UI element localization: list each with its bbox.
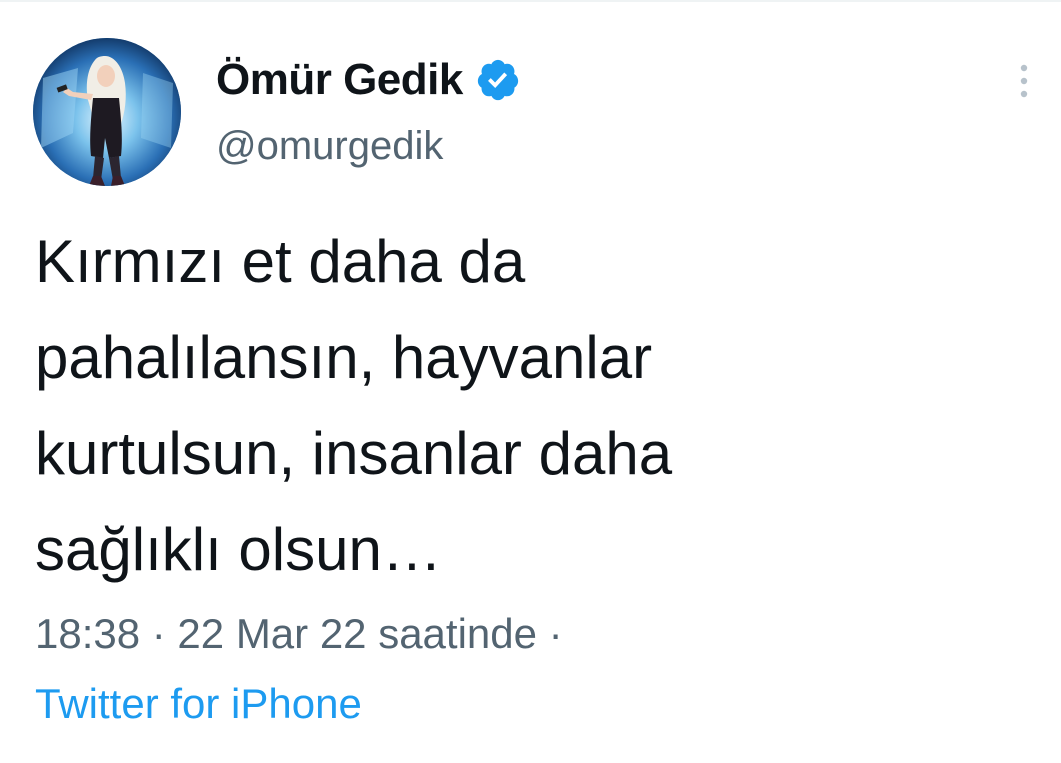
profile-photo-icon [33,38,181,186]
tweet-source-link[interactable]: Twitter for iPhone [35,680,362,728]
author-name-row[interactable]: Ömür Gedik [216,50,521,110]
avatar[interactable] [33,38,181,186]
tweet-timestamp[interactable]: 18:38 · 22 Mar 22 saatinde · [35,610,563,658]
tweet-text-line: sağlıklı olsun… [35,516,442,583]
tweet-text-line: kurtulsun, insanlar daha [35,420,673,487]
tweet-text-line: Kırmızı et daha da [35,228,526,295]
verified-badge-icon [475,57,521,103]
more-options-icon[interactable] [1012,62,1036,102]
tweet-text: Kırmızı et daha da pahalılansın, hayvanl… [35,214,995,598]
author-username[interactable]: @omurgedik [216,124,443,169]
tweet-card: Ömür Gedik @omurgedik Kırmızı et daha da… [0,0,1061,763]
divider [0,0,1061,2]
tweet-text-line: pahalılansın, hayvanlar [35,324,653,391]
author-display-name[interactable]: Ömür Gedik [216,55,463,105]
